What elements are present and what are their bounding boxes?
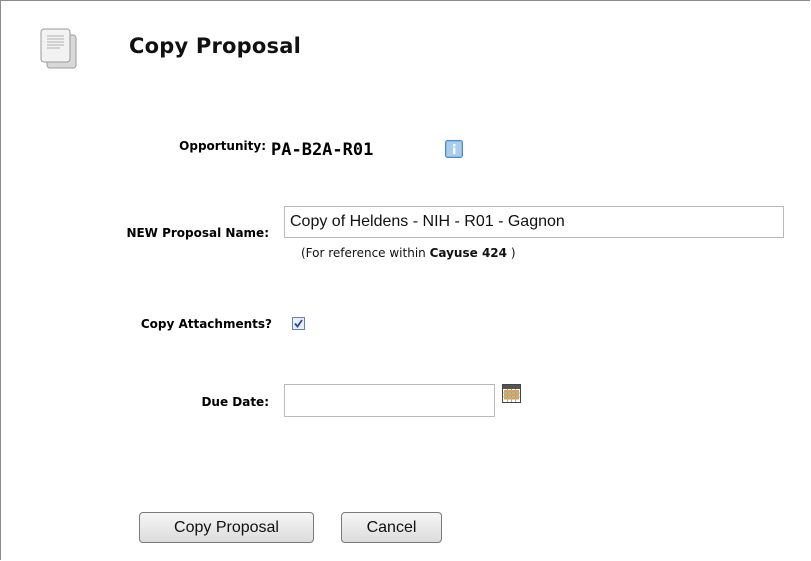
copy-proposal-panel: Copy Proposal Opportunity: PA-B2A-R01 NE… (0, 0, 810, 560)
cancel-button[interactable]: Cancel (341, 512, 442, 543)
calendar-icon[interactable] (502, 384, 521, 403)
hint-prefix: (For reference within (301, 246, 430, 260)
page-title: Copy Proposal (129, 34, 301, 58)
hint-suffix: ) (507, 246, 516, 260)
proposal-name-hint: (For reference within Cayuse 424 ) (301, 246, 516, 260)
proposal-name-input[interactable] (284, 206, 784, 238)
due-date-label: Due Date: (201, 395, 269, 409)
copy-attachments-label: Copy Attachments? (140, 317, 272, 331)
copy-attachments-checkbox[interactable] (292, 317, 305, 330)
opportunity-label: Opportunity: (179, 139, 266, 153)
due-date-input[interactable] (284, 384, 495, 417)
proposal-name-label: NEW Proposal Name: (126, 226, 269, 240)
opportunity-value: PA-B2A-R01 (271, 140, 374, 160)
document-copy-icon (40, 28, 77, 69)
copy-proposal-button[interactable]: Copy Proposal (139, 512, 314, 543)
info-icon[interactable] (445, 140, 463, 158)
hint-product-name: Cayuse 424 (429, 246, 507, 260)
